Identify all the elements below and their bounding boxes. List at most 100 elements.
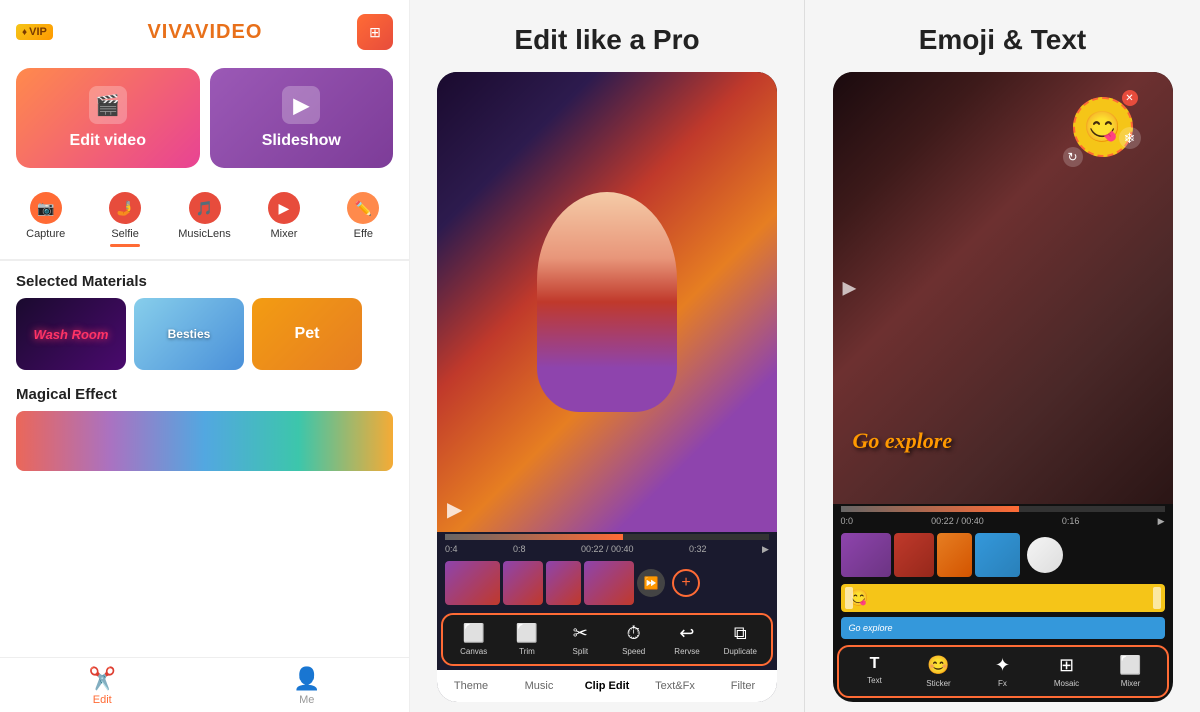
timeline-start: 0:4 bbox=[445, 544, 458, 555]
edit-nav-label: Edit bbox=[93, 694, 112, 706]
selected-materials-title: Selected Materials bbox=[0, 261, 409, 298]
rotate-icon[interactable]: ↻ bbox=[1063, 147, 1083, 167]
fx-button[interactable]: ✦ Fx bbox=[971, 655, 1035, 688]
canvas-label: Canvas bbox=[460, 647, 487, 656]
timeline-bar[interactable] bbox=[445, 534, 769, 540]
right-mixer-label: Mixer bbox=[1121, 679, 1141, 688]
split-button[interactable]: ✂ Split bbox=[554, 623, 607, 656]
timeline-time: 0:4 0:8 00:22 / 00:40 0:32 ▶ bbox=[437, 542, 777, 557]
clip-forward-button[interactable]: ⏩ bbox=[637, 569, 665, 597]
woman-bg: ✕ 😋 ❄ ↻ Go explore ▶ bbox=[833, 72, 1173, 504]
canvas-button[interactable]: ⬜ Canvas bbox=[447, 623, 500, 656]
tool-musiclens[interactable]: 🎵 MusicLens bbox=[167, 186, 242, 253]
grid-icon[interactable]: ⊞ bbox=[357, 14, 393, 50]
video-girl: ▶ bbox=[437, 72, 777, 532]
girl-silhouette bbox=[537, 192, 677, 412]
mixer-icon: ▶ bbox=[268, 192, 300, 224]
right-mixer-button[interactable]: ⬜ Mixer bbox=[1099, 655, 1163, 688]
edit-video-button[interactable]: 🎬 Edit video bbox=[16, 68, 200, 168]
tab-music[interactable]: Music bbox=[505, 678, 573, 694]
timeline-end-icon: ▶ bbox=[762, 544, 769, 555]
duplicate-label: Duplicate bbox=[724, 647, 757, 656]
rclip-3[interactable] bbox=[937, 533, 972, 577]
reverse-icon: ↩ bbox=[679, 623, 694, 644]
bottom-nav: ✂️ Edit 👤 Me bbox=[0, 657, 409, 712]
trim-button[interactable]: ⬜ Trim bbox=[500, 623, 553, 656]
material-besties[interactable]: Besties bbox=[134, 298, 244, 370]
clip-thumb-3[interactable] bbox=[546, 561, 581, 605]
text-button[interactable]: T Text bbox=[843, 655, 907, 688]
me-nav-label: Me bbox=[299, 694, 314, 706]
right-timeline-progress bbox=[841, 506, 1019, 512]
rclip-2[interactable] bbox=[894, 533, 934, 577]
pet-text: Pet bbox=[295, 325, 320, 343]
material-washroom[interactable]: Wash Room bbox=[16, 298, 126, 370]
right-headline: Emoji & Text bbox=[899, 0, 1107, 72]
brand-logo: VIVAVIDEO bbox=[147, 21, 262, 44]
text-label: Text bbox=[867, 676, 882, 685]
vip-badge[interactable]: VIP bbox=[16, 24, 53, 40]
right-timeline-bar[interactable] bbox=[841, 506, 1165, 512]
duplicate-button[interactable]: ⧉ Duplicate bbox=[714, 623, 767, 656]
clip-thumb-1[interactable] bbox=[445, 561, 500, 605]
me-nav-icon: 👤 bbox=[293, 666, 320, 692]
mosaic-icon: ⊞ bbox=[1059, 655, 1074, 676]
material-pet[interactable]: Pet bbox=[252, 298, 362, 370]
mixer-label: Mixer bbox=[270, 228, 297, 240]
go-explore-track[interactable]: Go explore bbox=[841, 617, 1165, 639]
nav-edit[interactable]: ✂️ Edit bbox=[0, 666, 205, 706]
trim-label: Trim bbox=[519, 647, 535, 656]
tab-clip-edit[interactable]: Clip Edit bbox=[573, 678, 641, 694]
emoji-sticker[interactable]: 😋 bbox=[1073, 97, 1133, 157]
rclip-4[interactable] bbox=[975, 533, 1020, 577]
edit-toolbar: ⬜ Canvas ⬜ Trim ✂ Split ⏱ Speed ↩ Rervse… bbox=[441, 613, 773, 666]
tool-selfie[interactable]: 🤳 Selfie bbox=[87, 186, 162, 253]
tab-filter[interactable]: Filter bbox=[709, 678, 777, 694]
fx-icon: ✦ bbox=[995, 655, 1010, 676]
mosaic-button[interactable]: ⊞ Mosaic bbox=[1035, 655, 1099, 688]
timeline-clips: ⏩ + bbox=[437, 557, 777, 609]
tab-textfx[interactable]: Text&Fx bbox=[641, 678, 709, 694]
timeline-mid2: 0:32 bbox=[689, 544, 707, 555]
emoji-track[interactable]: 😋 bbox=[841, 584, 1165, 612]
text-icon: T bbox=[870, 655, 880, 673]
track-handle-left[interactable] bbox=[845, 587, 853, 609]
slideshow-label: Slideshow bbox=[262, 132, 341, 150]
speed-button[interactable]: ⏱ Speed bbox=[607, 623, 660, 656]
edit-nav-icon: ✂️ bbox=[89, 666, 116, 692]
rclip-1[interactable] bbox=[841, 533, 891, 577]
clip-thumb-4[interactable] bbox=[584, 561, 634, 605]
besties-text: Besties bbox=[168, 327, 211, 341]
edit-video-icon: 🎬 bbox=[89, 86, 127, 124]
snowflake-icon[interactable]: ❄ bbox=[1119, 127, 1141, 149]
middle-panel: Edit like a Pro ▶ 0:4 0:8 00:22 / 00:40 … bbox=[410, 0, 805, 712]
play-left-icon[interactable]: ▶ bbox=[843, 278, 857, 299]
middle-headline: Edit like a Pro bbox=[494, 0, 719, 72]
emoji-delete-button[interactable]: ✕ bbox=[1122, 90, 1138, 106]
clip-thumb-2[interactable] bbox=[503, 561, 543, 605]
tools-row: 📷 Capture 🤳 Selfie 🎵 MusicLens ▶ Mixer ✏… bbox=[0, 180, 409, 261]
track-handle-right[interactable] bbox=[1153, 587, 1161, 609]
nav-me[interactable]: 👤 Me bbox=[205, 666, 410, 706]
bottom-tabs: Theme Music Clip Edit Text&Fx Filter bbox=[437, 670, 777, 702]
washroom-text: Wash Room bbox=[34, 327, 109, 342]
slideshow-button[interactable]: ▶ Slideshow bbox=[210, 68, 394, 168]
tab-theme[interactable]: Theme bbox=[437, 678, 505, 694]
sticker-icon: 😊 bbox=[927, 655, 949, 676]
clip-add-button[interactable]: + bbox=[672, 569, 700, 597]
sticker-button[interactable]: 😊 Sticker bbox=[907, 655, 971, 688]
play-overlay-icon[interactable]: ▶ bbox=[447, 497, 462, 522]
timeline-current: 00:22 / 00:40 bbox=[581, 544, 634, 555]
tool-effects[interactable]: ✏️ Effe bbox=[326, 186, 401, 253]
musiclens-label: MusicLens bbox=[178, 228, 231, 240]
magical-effect-title: Magical Effect bbox=[0, 382, 409, 411]
split-label: Split bbox=[573, 647, 589, 656]
mosaic-label: Mosaic bbox=[1054, 679, 1079, 688]
reverse-label: Rervse bbox=[674, 647, 699, 656]
split-icon: ✂ bbox=[573, 623, 588, 644]
reverse-button[interactable]: ↩ Rervse bbox=[660, 623, 713, 656]
tool-capture[interactable]: 📷 Capture bbox=[8, 186, 83, 253]
tool-mixer[interactable]: ▶ Mixer bbox=[246, 186, 321, 253]
emoji-video-area: ✕ 😋 ❄ ↻ Go explore ▶ bbox=[833, 72, 1173, 504]
duplicate-icon: ⧉ bbox=[734, 623, 747, 644]
